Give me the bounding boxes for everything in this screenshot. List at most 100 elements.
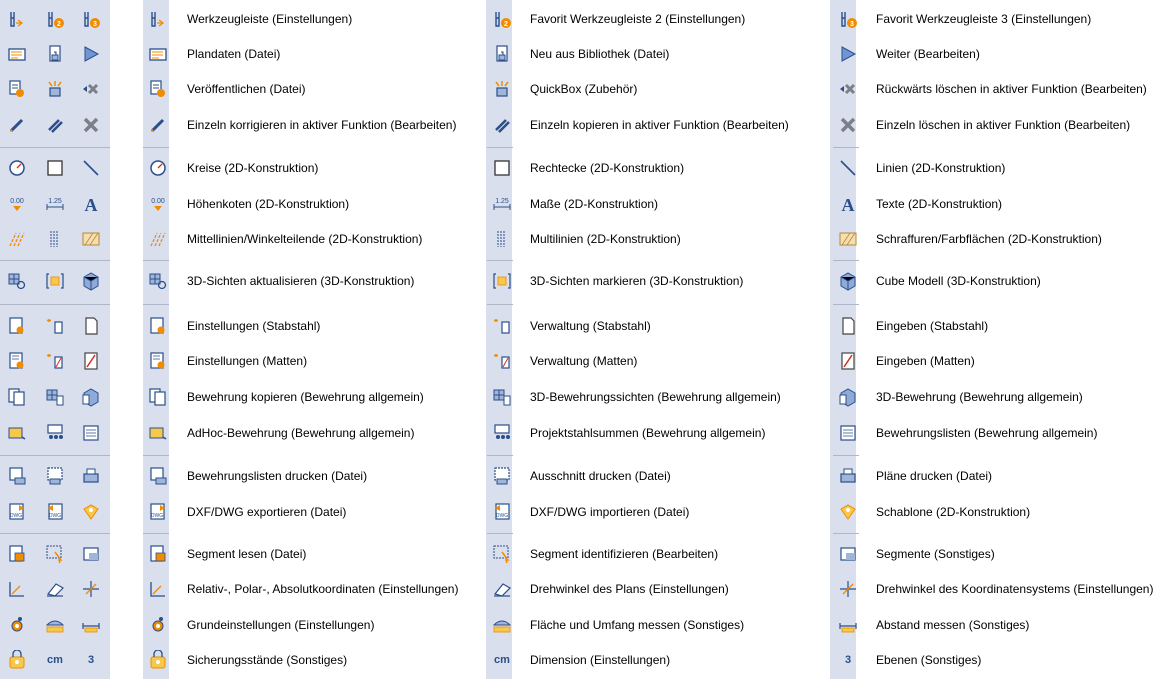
quickbox-icon[interactable]: [44, 78, 66, 100]
line-icon[interactable]: [80, 157, 102, 179]
legend-label: 3D-Sichten aktualisieren (3D-Konstruktio…: [187, 274, 415, 288]
circle-icon[interactable]: [6, 157, 28, 179]
legend-label: Fläche und Umfang messen (Sonstiges): [530, 618, 745, 632]
favorite-toolbar-2-icon[interactable]: 2: [44, 8, 66, 30]
backups-icon[interactable]: [6, 649, 28, 671]
legend-label: Rückwärts löschen in aktiver Funktion (B…: [876, 82, 1147, 96]
template-icon[interactable]: [80, 501, 102, 523]
print-section-icon[interactable]: [44, 465, 66, 487]
coordinate-system-rotation-icon[interactable]: [80, 578, 102, 600]
measure-distance-icon[interactable]: [80, 614, 102, 636]
copy-single-icon[interactable]: [44, 114, 66, 136]
print-plans-icon[interactable]: [80, 465, 102, 487]
new-from-library-icon: [491, 43, 513, 65]
mesh-settings-icon: [147, 350, 169, 372]
svg-text:0.00: 0.00: [10, 198, 24, 205]
adhoc-reinforcement-icon: [147, 422, 169, 444]
rebar-settings-icon[interactable]: [6, 315, 28, 337]
legend-label: Abstand messen (Sonstiges): [876, 618, 1030, 632]
text-a-icon[interactable]: A: [80, 193, 102, 215]
mark-3d-views-icon[interactable]: [44, 270, 66, 292]
dxf-import-icon[interactable]: DWG: [44, 501, 66, 523]
svg-text:A: A: [842, 195, 855, 214]
rebar-management-icon[interactable]: [44, 315, 66, 337]
delete-single-icon[interactable]: [80, 114, 102, 136]
toolbar-separator: [0, 260, 110, 261]
mesh-management-icon[interactable]: [44, 350, 66, 372]
legend-separator: [487, 455, 513, 456]
legend-label: DXF/DWG importieren (Datei): [530, 505, 690, 519]
elevation-marker-icon[interactable]: 0.00: [6, 193, 28, 215]
reinforcement-lists-icon: [837, 422, 859, 444]
rebar-input-icon[interactable]: [80, 315, 102, 337]
legend-label: Segmente (Sonstiges): [876, 547, 995, 561]
continue-arrow-icon[interactable]: [80, 43, 102, 65]
adhoc-reinforcement-icon[interactable]: [6, 422, 28, 444]
hatching-icon: [837, 228, 859, 250]
toolbar-separator: [0, 533, 110, 534]
legend-label: Segment lesen (Datei): [187, 547, 307, 561]
rectangle-icon[interactable]: [44, 157, 66, 179]
segments-icon[interactable]: [80, 543, 102, 565]
mesh-settings-icon[interactable]: [6, 350, 28, 372]
measure-area-icon: [491, 614, 513, 636]
text-a-icon: A: [837, 193, 859, 215]
legend-label: Multilinien (2D-Konstruktion): [530, 232, 681, 246]
centerline-icon[interactable]: [6, 228, 28, 250]
print-reinforcement-lists-icon: [147, 465, 169, 487]
cube-model-icon[interactable]: [80, 270, 102, 292]
dimension-cm-icon[interactable]: cm: [44, 649, 66, 671]
coordinates-icon[interactable]: [6, 578, 28, 600]
project-steel-totals-icon[interactable]: [44, 422, 66, 444]
copy-reinforcement-icon: [147, 386, 169, 408]
backups-icon: [147, 649, 169, 671]
new-from-library-icon[interactable]: [44, 43, 66, 65]
mesh-input-icon: [837, 350, 859, 372]
legend-label: Eingeben (Stabstahl): [876, 319, 989, 333]
correct-single-icon[interactable]: [6, 114, 28, 136]
3d-reinforcement-icon[interactable]: [80, 386, 102, 408]
svg-text:0.00: 0.00: [151, 198, 165, 205]
publish-icon[interactable]: [6, 78, 28, 100]
identify-segment-icon: [491, 543, 513, 565]
refresh-3d-views-icon[interactable]: [6, 270, 28, 292]
measure-area-icon[interactable]: [44, 614, 66, 636]
legend-separator: [487, 260, 513, 261]
legend-label: Bewehrung kopieren (Bewehrung allgemein): [187, 390, 424, 404]
toolbar-separator: [0, 304, 110, 305]
plan-rotation-icon: [491, 578, 513, 600]
reinforcement-lists-icon[interactable]: [80, 422, 102, 444]
legend-label: Maße (2D-Konstruktion): [530, 197, 659, 211]
legend-label: Favorit Werkzeugleiste 2 (Einstellungen): [530, 12, 746, 26]
dxf-export-icon[interactable]: DWG: [6, 501, 28, 523]
print-section-icon: [491, 465, 513, 487]
legend-separator: [487, 304, 513, 305]
delete-backwards-icon[interactable]: [80, 78, 102, 100]
dimension-icon[interactable]: 1.25: [44, 193, 66, 215]
plan-rotation-icon[interactable]: [44, 578, 66, 600]
copy-reinforcement-icon[interactable]: [6, 386, 28, 408]
legend-separator: [487, 147, 513, 148]
read-segment-icon[interactable]: [6, 543, 28, 565]
mesh-input-icon[interactable]: [80, 350, 102, 372]
3d-reinforcement-views-icon[interactable]: [44, 386, 66, 408]
favorite-toolbar-3-icon[interactable]: 3: [80, 8, 102, 30]
svg-text:DWG: DWG: [49, 513, 61, 519]
hatching-icon[interactable]: [80, 228, 102, 250]
plan-data-icon[interactable]: [6, 43, 28, 65]
svg-text:2: 2: [504, 21, 508, 28]
basic-settings-icon[interactable]: [6, 614, 28, 636]
legend-label: Bewehrungslisten drucken (Datei): [187, 469, 368, 483]
multiline-icon[interactable]: [44, 228, 66, 250]
dimension-cm-glyph: cm: [494, 654, 510, 666]
legend-separator: [487, 533, 513, 534]
toolbar-settings-icon: [147, 8, 169, 30]
mesh-management-icon: [491, 350, 513, 372]
rebar-settings-icon: [147, 315, 169, 337]
legend-label: Einstellungen (Matten): [187, 354, 308, 368]
print-reinforcement-lists-icon[interactable]: [6, 465, 28, 487]
elevation-marker-icon: 0.00: [147, 193, 169, 215]
toolbar-settings-icon[interactable]: [6, 8, 28, 30]
identify-segment-icon[interactable]: [44, 543, 66, 565]
layers-3-icon[interactable]: 3: [80, 649, 102, 671]
